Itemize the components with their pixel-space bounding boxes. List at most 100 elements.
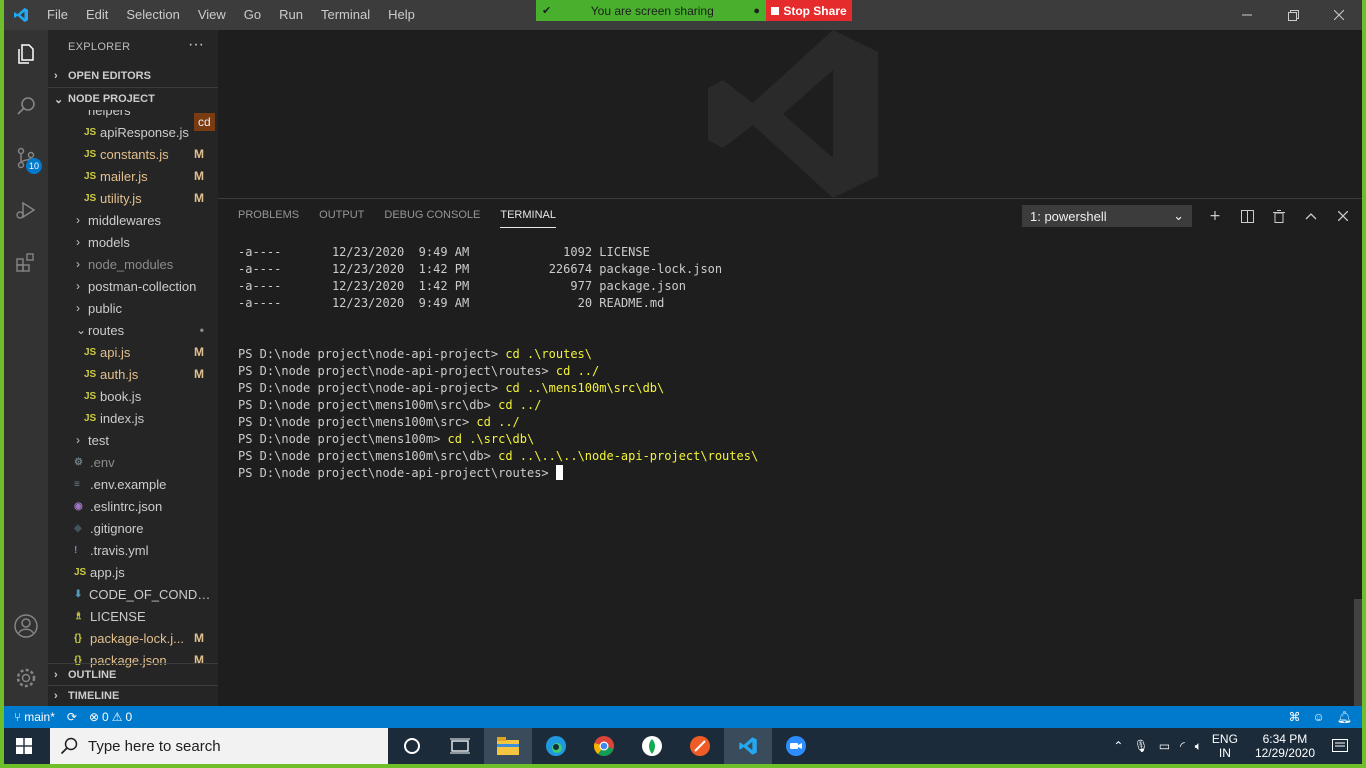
menu-run[interactable]: Run [270,0,312,30]
trash-icon[interactable] [1268,205,1290,227]
account-icon[interactable] [4,604,48,648]
terminal-prompt: PS D:\node project\mens100m> [238,432,448,446]
tree-folder-helpers[interactable]: helpers [48,110,218,121]
volume-icon[interactable]: 🔈︎ [1190,739,1207,754]
battery-icon[interactable]: ▭ [1154,739,1175,753]
menu-file[interactable]: File [38,0,77,30]
tab-debug-console[interactable]: DEBUG CONSOLE [384,209,480,228]
tree-item-label: .env [90,454,115,470]
tab-terminal[interactable]: TERMINAL [500,209,556,228]
extensions-icon[interactable] [4,240,48,284]
menu-selection[interactable]: Selection [117,0,188,30]
menu-edit[interactable]: Edit [77,0,117,30]
timeline-header[interactable]: › TIMELINE [48,685,218,707]
tree-file-travis-yml[interactable]: ! .travis.yml [48,539,218,561]
vscode-taskbar-icon[interactable] [724,728,772,764]
tree-folder-middlewares[interactable]: › middlewares [48,209,218,231]
terminal-select[interactable]: 1: powershell ⌄ [1022,205,1192,227]
outline-header[interactable]: › OUTLINE [48,664,218,686]
tree-file-code-of-conduc[interactable]: ⬇ CODE_OF_CONDUC... [48,583,218,605]
windows-start-button[interactable] [4,728,44,764]
live-share-icon[interactable]: ⌘ [1283,710,1307,724]
js-file-icon: JS [84,148,97,160]
tray-chevron-up-icon[interactable]: ⌃ [1108,739,1128,753]
zoom-icon[interactable] [772,728,820,764]
tree-file-env[interactable]: ⚙ .env [48,451,218,473]
tree-file-mailer-js[interactable]: JS mailer.js M [48,165,218,187]
tab-problems[interactable]: PROBLEMS [238,209,299,228]
menu-go[interactable]: Go [235,0,270,30]
tree-folder-postman-collection[interactable]: › postman-collection [48,275,218,297]
stop-share-button[interactable]: Stop Share [766,0,852,21]
microphone-icon[interactable]: 🎙︎ [1128,739,1153,753]
taskbar-search-box[interactable]: Type here to search [50,728,388,764]
notifications-bell-icon[interactable]: 🔔︎ [1331,710,1362,724]
close-button[interactable] [1316,0,1362,30]
explorer-icon[interactable] [4,32,48,76]
menu-help[interactable]: Help [379,0,424,30]
listing-date: 12/23/2020 [331,245,405,259]
tree-file-api-js[interactable]: JS api.js M [48,341,218,363]
source-control-icon[interactable] [4,136,48,180]
maximize-panel-icon[interactable] [1300,205,1322,227]
terminal-line: -a---- 12/23/2020 1:42 PM 977 package.js… [238,278,758,295]
tree-file-app-js[interactable]: JS app.js [48,561,218,583]
tree-file-package-lock-j[interactable]: {} package-lock.j... M [48,627,218,649]
tree-item-label: node_modules [88,256,174,272]
edge-browser-icon[interactable] [532,728,580,764]
tree-file-utility-js[interactable]: JS utility.js M [48,187,218,209]
feedback-icon[interactable]: ☺ [1307,710,1331,724]
tree-item-label: helpers [88,110,131,118]
tree-file-env-example[interactable]: ≡ .env.example [48,473,218,495]
task-view-icon[interactable] [436,728,484,764]
tab-output[interactable]: OUTPUT [319,209,364,228]
restore-button[interactable] [1270,0,1316,30]
branch-indicator[interactable]: ⑂ main* [4,710,61,724]
run-debug-icon[interactable] [4,188,48,232]
tree-file-auth-js[interactable]: JS auth.js M [48,363,218,385]
menu-view[interactable]: View [189,0,235,30]
more-actions-icon[interactable]: ··· [188,36,204,54]
postman-icon[interactable] [676,728,724,764]
tree-file-apiresponse-js[interactable]: JS apiResponse.js [48,121,218,143]
js-file-icon: JS [74,566,87,578]
close-panel-icon[interactable] [1332,205,1354,227]
minimize-button[interactable] [1224,0,1270,30]
sync-button[interactable]: ⟳ [61,710,83,724]
split-terminal-icon[interactable] [1236,205,1258,227]
language-indicator[interactable]: ENG IN [1207,732,1243,760]
clock-date: 12/29/2020 [1254,746,1315,760]
tree-file-gitignore[interactable]: ◆ .gitignore [48,517,218,539]
tree-folder-public[interactable]: › public [48,297,218,319]
tree-file-index-js[interactable]: JS index.js [48,407,218,429]
tree-file-eslintrc-json[interactable]: ◉ .eslintrc.json [48,495,218,517]
chrome-browser-icon[interactable] [580,728,628,764]
terminal-output[interactable]: -a---- 12/23/2020 9:49 AM 1092 LICENSE -a… [238,244,758,482]
terminal-scrollbar[interactable] [1354,599,1362,707]
project-header[interactable]: ⌄ NODE PROJECT [48,88,218,110]
terminal-line [238,329,758,346]
tree-file-constants-js[interactable]: JS constants.js M [48,143,218,165]
tree-folder-node-modules[interactable]: › node_modules [48,253,218,275]
clock[interactable]: 6:34 PM 12/29/2020 [1243,732,1327,760]
mongodb-compass-icon[interactable] [628,728,676,764]
listing-date: 12/23/2020 [331,279,405,293]
wifi-icon[interactable]: ◜ [1175,739,1190,753]
open-editors-header[interactable]: › OPEN EDITORS [48,65,218,87]
listing-date: 12/23/2020 [331,296,405,310]
search-icon[interactable] [4,84,48,128]
problems-indicator[interactable]: ⊗ 0 ⚠ 0 [83,710,138,724]
listing-length: 20 [577,296,593,310]
tree-file-license[interactable]: ♗ LICENSE [48,605,218,627]
new-terminal-icon[interactable]: + [1204,205,1226,227]
tree-folder-routes[interactable]: ⌄ routes • [48,319,218,341]
tree-file-book-js[interactable]: JS book.js [48,385,218,407]
menu-terminal[interactable]: Terminal [312,0,379,30]
action-center-icon[interactable] [1327,739,1362,753]
tree-folder-test[interactable]: › test [48,429,218,451]
tree-folder-models[interactable]: › models [48,231,218,253]
gear-file-icon: ⚙ [74,456,83,468]
settings-gear-icon[interactable] [4,656,48,700]
cortana-icon[interactable] [388,728,436,764]
file-explorer-icon[interactable] [484,728,532,764]
